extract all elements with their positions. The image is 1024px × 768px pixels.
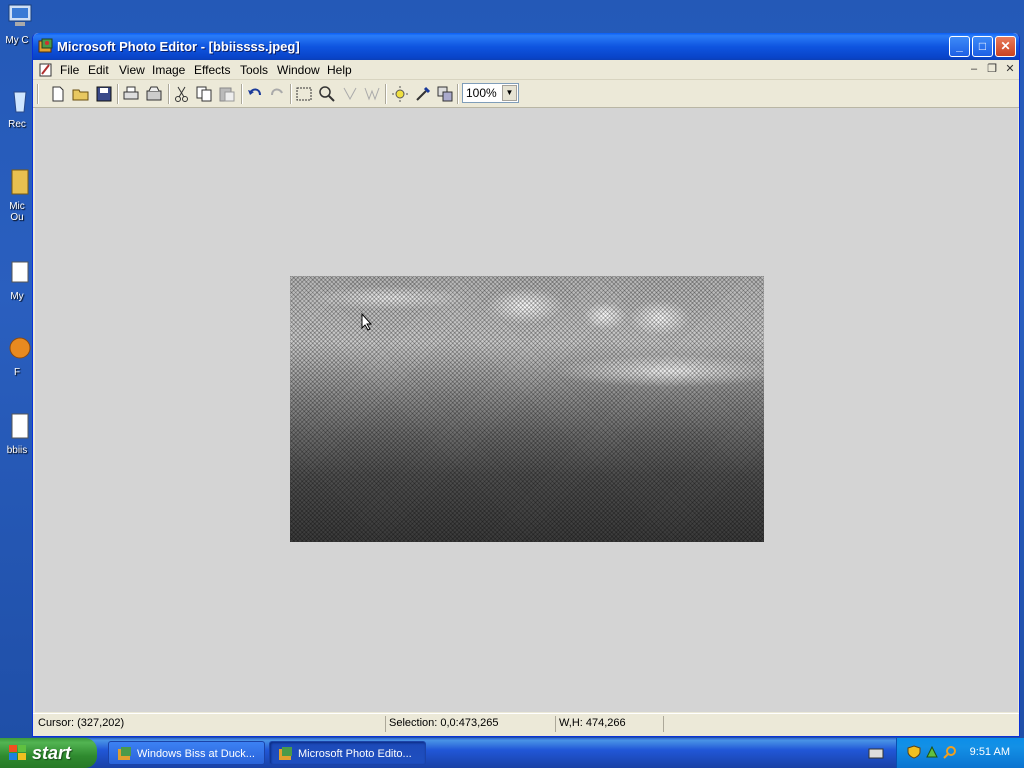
desktop-icon-label: F: [13, 367, 21, 378]
toolbar-separator: [117, 84, 119, 104]
menu-edit[interactable]: Edit: [88, 63, 109, 77]
taskbar-item-photo-editor[interactable]: Microsoft Photo Edito...: [269, 741, 426, 765]
minimize-button[interactable]: _: [949, 36, 970, 57]
menu-image[interactable]: Image: [152, 63, 185, 77]
window-title: Microsoft Photo Editor - [bbiissss.jpeg]: [57, 39, 300, 54]
documents-icon: [11, 261, 29, 283]
title-bar[interactable]: Microsoft Photo Editor - [bbiissss.jpeg]…: [33, 33, 1019, 60]
document-restore-button[interactable]: ❐: [985, 63, 999, 76]
scan-icon[interactable]: [145, 85, 163, 103]
photo-editor-app-icon: [118, 747, 131, 760]
eyedropper-icon[interactable]: [414, 85, 432, 103]
windows-logo-icon: [9, 745, 26, 760]
desktop-icon-label: bbiis: [6, 445, 28, 456]
new-icon[interactable]: [49, 85, 67, 103]
undo-icon[interactable]: [246, 85, 264, 103]
photo-editor-window: Microsoft Photo Editor - [bbiissss.jpeg]…: [32, 33, 1020, 737]
desktop-icon-image-file[interactable]: bbiis: [0, 412, 34, 456]
toolbar-separator: [241, 84, 243, 104]
status-bar: Cursor: (327,202) Selection: 0,0:473,265…: [33, 713, 1019, 733]
redo-icon[interactable]: [268, 85, 286, 103]
status-selection: Selection: 0,0:473,265: [386, 716, 556, 732]
taskbar-item-windows-biss[interactable]: Windows Biss at Duck...: [108, 741, 265, 765]
toolbar: 100% ▼: [33, 80, 1019, 108]
taskbar-item-label: Microsoft Photo Edito...: [298, 748, 412, 760]
toolbar-separator: [37, 84, 39, 104]
print-icon[interactable]: [122, 85, 140, 103]
sharpen-icon[interactable]: [363, 85, 381, 103]
desktop-icon-label: Rec: [8, 119, 26, 130]
cut-icon[interactable]: [173, 85, 191, 103]
document-close-button[interactable]: ✕: [1003, 63, 1017, 76]
zoom-value: 100%: [466, 86, 497, 100]
desktop-icon-my-documents[interactable]: My: [0, 258, 34, 302]
start-button[interactable]: start: [0, 738, 97, 768]
zoom-select[interactable]: 100% ▼: [462, 83, 519, 103]
desktop-icon-label: My: [10, 291, 24, 302]
image-workspace[interactable]: [35, 108, 1018, 712]
menu-file[interactable]: File: [60, 63, 79, 77]
toolbar-separator: [168, 84, 170, 104]
menu-window[interactable]: Window: [277, 63, 320, 77]
copy-icon[interactable]: [195, 85, 213, 103]
toolbar-separator: [290, 84, 292, 104]
desktop-icon-outlook[interactable]: Mic Ou: [0, 168, 34, 223]
keyboard-icon[interactable]: [868, 746, 884, 760]
desktop-icon-label: Mic Ou: [9, 201, 25, 223]
taskbar: start Windows Biss at Duck... Microsoft …: [0, 738, 1024, 768]
toolbar-separator: [457, 84, 459, 104]
menu-help[interactable]: Help: [327, 63, 352, 77]
properties-icon[interactable]: [436, 85, 454, 103]
recycle-bin-icon: [13, 91, 27, 113]
system-tray: 9:51 AM: [896, 738, 1024, 768]
outlook-icon: [11, 169, 29, 195]
status-size: W,H: 474,266: [556, 716, 664, 732]
taskbar-item-label: Windows Biss at Duck...: [137, 748, 255, 760]
open-icon[interactable]: [72, 85, 90, 103]
menu-view[interactable]: View: [119, 63, 145, 77]
network-icon[interactable]: [925, 745, 939, 759]
desktop-icon-firefox[interactable]: F: [0, 334, 34, 378]
desktop-icon-label: My C: [5, 35, 29, 46]
desktop-icon-my-computer[interactable]: My C: [0, 2, 34, 46]
browser-icon: [9, 337, 31, 359]
save-icon[interactable]: [95, 85, 113, 103]
search-icon[interactable]: [943, 745, 957, 759]
menu-tools[interactable]: Tools: [240, 63, 268, 77]
status-cursor: Cursor: (327,202): [35, 716, 386, 732]
toolbar-separator: [385, 84, 387, 104]
document-minimize-button[interactable]: –: [967, 63, 981, 76]
image-file-icon: [11, 413, 29, 439]
menu-effects[interactable]: Effects: [194, 63, 230, 77]
zoom-icon[interactable]: [318, 85, 336, 103]
photo-editor-app-icon: [279, 747, 292, 760]
select-icon[interactable]: [295, 85, 313, 103]
photo-editor-app-icon[interactable]: [38, 38, 54, 54]
maximize-button[interactable]: □: [972, 36, 993, 57]
smudge-icon[interactable]: [341, 85, 359, 103]
brightness-icon[interactable]: [391, 85, 409, 103]
desktop-icon-recycle-bin[interactable]: Rec: [0, 86, 34, 130]
mouse-cursor-icon: [361, 313, 373, 331]
start-label: start: [32, 743, 72, 763]
security-shield-icon[interactable]: [907, 745, 921, 759]
document-icon[interactable]: [38, 62, 54, 78]
computer-icon: [8, 4, 32, 26]
paste-icon[interactable]: [218, 85, 236, 103]
close-button[interactable]: ✕: [995, 36, 1016, 57]
clock[interactable]: 9:51 AM: [970, 746, 1010, 758]
chevron-down-icon[interactable]: ▼: [502, 85, 517, 101]
menu-bar: File Edit View Image Effects Tools Windo…: [33, 60, 1019, 80]
